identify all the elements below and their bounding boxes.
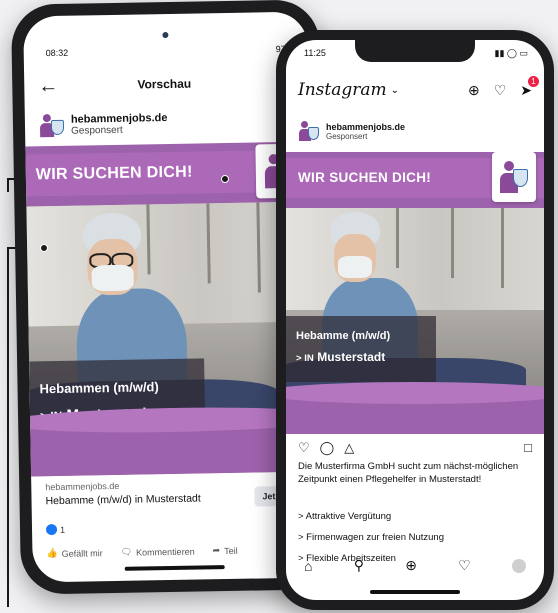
direct-message-icon[interactable]: ➤ 1 [520,75,539,99]
instagram-header: Instagram ⌄ ⊕ ♡ ➤ 1 [298,75,539,102]
job-title-overlay: Hebamme (m/w/d) > IN Musterstadt [286,316,436,382]
thumbs-up-icon: 👍 [46,548,58,559]
advertiser-name[interactable]: hebammenjobs.de [326,122,405,132]
notification-badge: 1 [528,75,539,87]
sponsored-label: Gesponsert [326,131,368,141]
post-actions: ♡ ◯ △ □ [298,440,532,456]
facebook-screen: 08:32 97% ← Vorschau hebammenjobs.de Ges… [23,11,317,583]
front-camera [162,31,169,39]
instagram-logo[interactable]: Instagram [298,80,387,100]
comment-label: Kommentieren [136,546,195,558]
callout-line-top-vertical [7,178,9,192]
status-time: 08:32 [45,47,69,59]
advertiser-logo [298,120,320,142]
post-caption: Die Musterfirma GmbH sucht zum nächst-mö… [298,461,519,485]
advertiser-logo [39,112,65,138]
callout-line-bottom-vertical [7,247,9,607]
job-location: > IN Musterstadt [296,350,385,364]
home-icon[interactable]: ⌂ [304,558,312,574]
ad-creative[interactable]: WIR SUCHEN DICH! Hebammen (m/w/d) [25,141,316,477]
sponsored-label: Gesponsert [70,124,123,137]
phone-notch [355,40,475,62]
page-title: Vorschau [137,76,192,92]
instagram-phone: 11:25 ▮▮ ◯ ▭ Instagram ⌄ ⊕ ♡ ➤ 1 hebammen… [276,30,554,610]
callout-dot-photo [40,244,48,252]
heart-icon[interactable]: ♡ [458,557,471,574]
advertiser-header[interactable]: hebammenjobs.de Gesponsert [298,120,405,142]
benefit-item: > Attraktive Vergütung [298,511,392,522]
profile-icon[interactable] [511,558,526,573]
ad-photo-midwife: Hebamme (m/w/d) > IN Musterstadt [286,208,544,394]
callout-dot-banner [221,175,229,183]
home-indicator[interactable] [124,565,225,571]
preview-topbar: ← Vorschau [38,70,294,98]
heart-icon[interactable]: ♡ [494,82,507,99]
share-button[interactable]: ➦ Teil [213,545,238,556]
comment-icon[interactable]: ◯ [320,440,335,456]
chevron-down-icon[interactable]: ⌄ [391,85,399,96]
ad-creative[interactable]: WIR SUCHEN DICH! Hebamme (m/w/d) > IN Mu… [286,152,544,434]
heart-icon[interactable]: ♡ [298,440,310,456]
location-text: Musterstadt [317,350,386,364]
ad-banner-text: WIR SUCHEN DICH! [35,163,193,184]
like-reaction-icon [45,524,58,536]
like-button[interactable]: 👍 Gefällt mir [46,547,102,559]
likes-count: 1 [59,524,66,535]
home-indicator[interactable] [370,590,460,594]
share-icon: ➦ [212,545,221,556]
ad-photo-midwife: Hebammen (m/w/d) > IN Musterstadt [26,201,315,425]
comment-icon: 🗨 [120,546,133,557]
ad-banner-text: WIR SUCHEN DICH! [298,170,432,185]
ad-bottom-band [286,382,544,434]
add-icon[interactable]: ⊕ [405,557,417,574]
comment-button[interactable]: 🗨 Kommentieren [121,546,195,558]
arrow-left-icon[interactable]: ← [38,75,58,97]
status-bar: 08:32 97% [46,44,294,58]
add-post-icon[interactable]: ⊕ [468,82,480,99]
benefit-item: > Firmenwagen zur freien Nutzung [298,532,445,543]
like-label: Gefällt mir [61,547,103,559]
bookmark-icon[interactable]: □ [524,440,532,456]
ad-bottom-band [25,405,316,477]
status-time: 11:25 [304,48,326,58]
location-prefix: > IN [296,353,314,364]
reactions-row[interactable]: 1 [45,524,66,536]
advertiser-header[interactable]: hebammenjobs.de Gesponsert [39,110,168,138]
instagram-screen: 11:25 ▮▮ ◯ ▭ Instagram ⌄ ⊕ ♡ ➤ 1 hebammen… [286,40,544,600]
share-icon[interactable]: △ [344,440,354,456]
share-label: Teil [224,545,238,556]
job-title-text: Hebamme (m/w/d) [296,330,391,342]
ad-logo-box [492,152,536,202]
signal-wifi-battery-icon: ▮▮ ◯ ▭ [494,48,528,58]
search-icon[interactable]: ⚲ [354,557,364,574]
bottom-nav: ⌂ ⚲ ⊕ ♡ [304,557,526,574]
job-title-text: Hebammen (m/w/d) [39,379,159,397]
